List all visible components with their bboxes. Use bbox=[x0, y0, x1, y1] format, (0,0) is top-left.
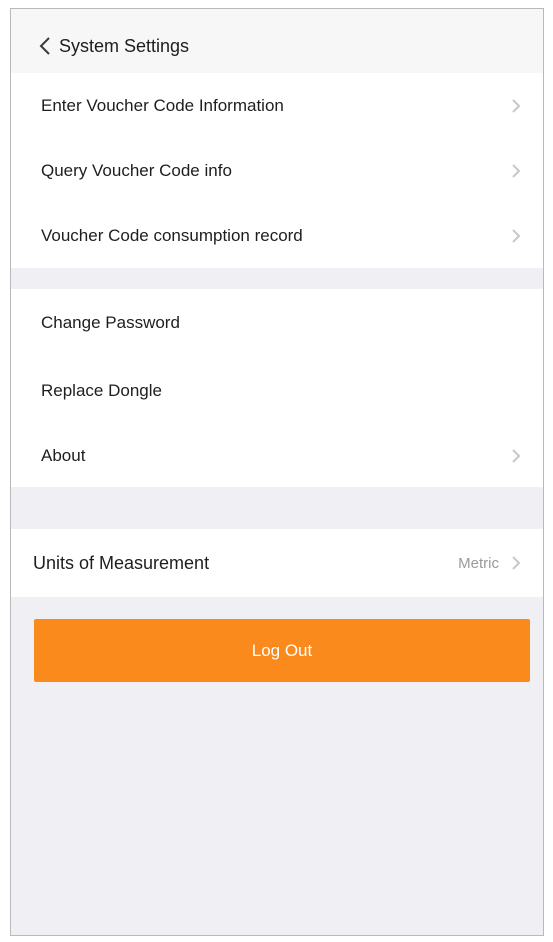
settings-row-enter-voucher[interactable]: Enter Voucher Code Information bbox=[11, 73, 543, 138]
settings-row-voucher-consumption[interactable]: Voucher Code consumption record bbox=[11, 203, 543, 268]
row-label: Enter Voucher Code Information bbox=[41, 95, 284, 115]
phone-frame: System Settings Enter Voucher Code Infor… bbox=[10, 8, 544, 936]
chevron-right-icon bbox=[511, 555, 521, 571]
settings-row-change-password[interactable]: Change Password bbox=[11, 289, 543, 357]
account-group: Change Password Replace Dongle About bbox=[11, 289, 543, 487]
navigation-bar: System Settings bbox=[11, 9, 543, 79]
row-label: Units of Measurement bbox=[33, 552, 210, 573]
back-button[interactable]: System Settings bbox=[39, 31, 189, 61]
chevron-right-icon bbox=[511, 448, 521, 464]
settings-row-units[interactable]: Units of Measurement Metric bbox=[11, 529, 543, 597]
logout-button[interactable]: Log Out bbox=[34, 619, 530, 682]
row-label: About bbox=[41, 446, 86, 465]
settings-row-replace-dongle[interactable]: Replace Dongle bbox=[11, 357, 543, 425]
back-label: System Settings bbox=[59, 35, 190, 56]
row-label: Voucher Code consumption record bbox=[41, 225, 303, 245]
logout-label: Log Out bbox=[251, 640, 313, 660]
units-group: Units of Measurement Metric bbox=[11, 529, 543, 597]
chevron-right-icon bbox=[511, 163, 521, 179]
settings-row-query-voucher[interactable]: Query Voucher Code info bbox=[11, 138, 543, 203]
chevron-left-icon bbox=[39, 36, 51, 56]
row-label: Query Voucher Code info bbox=[41, 160, 232, 180]
voucher-group: Enter Voucher Code Information Query Vou… bbox=[11, 73, 543, 268]
row-label: Change Password bbox=[41, 313, 180, 332]
settings-row-about[interactable]: About bbox=[11, 425, 543, 487]
units-value: Metric bbox=[458, 554, 499, 572]
row-label: Replace Dongle bbox=[41, 381, 162, 400]
chevron-right-icon bbox=[511, 228, 521, 244]
chevron-right-icon bbox=[511, 98, 521, 114]
